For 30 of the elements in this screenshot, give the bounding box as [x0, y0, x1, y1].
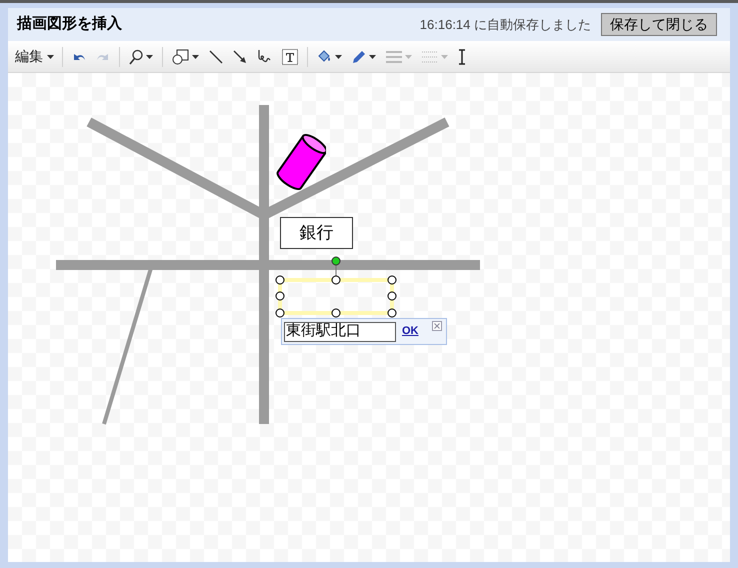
shape-icon: [172, 48, 189, 64]
undo-icon: [72, 52, 86, 62]
pen-icon: [352, 50, 366, 64]
edit-menu[interactable]: 編集: [11, 44, 58, 68]
caret-icon: [369, 54, 376, 58]
ok-link[interactable]: OK: [402, 323, 418, 340]
close-icon[interactable]: [432, 321, 442, 331]
window-title: 描画図形を挿入: [17, 14, 122, 34]
cylinder-shape: [274, 132, 326, 192]
bank-label: 銀行: [280, 217, 353, 249]
redo-icon: [96, 52, 110, 62]
line-weight-icon: [386, 50, 402, 62]
caret-icon: [405, 54, 412, 58]
text-cursor-icon: [458, 48, 466, 64]
caret-icon: [441, 54, 448, 58]
line-dash-icon: [422, 50, 438, 62]
textbox-icon: [282, 48, 298, 64]
selection-frame[interactable]: [274, 256, 398, 319]
caret-icon: [47, 54, 54, 58]
caret-icon: [146, 54, 153, 58]
caret-icon: [335, 54, 342, 58]
paint-bucket-icon: [317, 49, 332, 64]
input-field[interactable]: 東街駅北口: [284, 322, 396, 342]
search-icon: [129, 48, 143, 64]
arrow-icon: [233, 50, 247, 64]
line-icon: [209, 50, 223, 64]
autosave-status: 16:16:14 に自動保存しました: [420, 16, 591, 34]
caret-icon: [192, 54, 199, 58]
save-close-button[interactable]: 保存して閉じる: [601, 13, 717, 36]
scribble-icon: [257, 49, 272, 64]
